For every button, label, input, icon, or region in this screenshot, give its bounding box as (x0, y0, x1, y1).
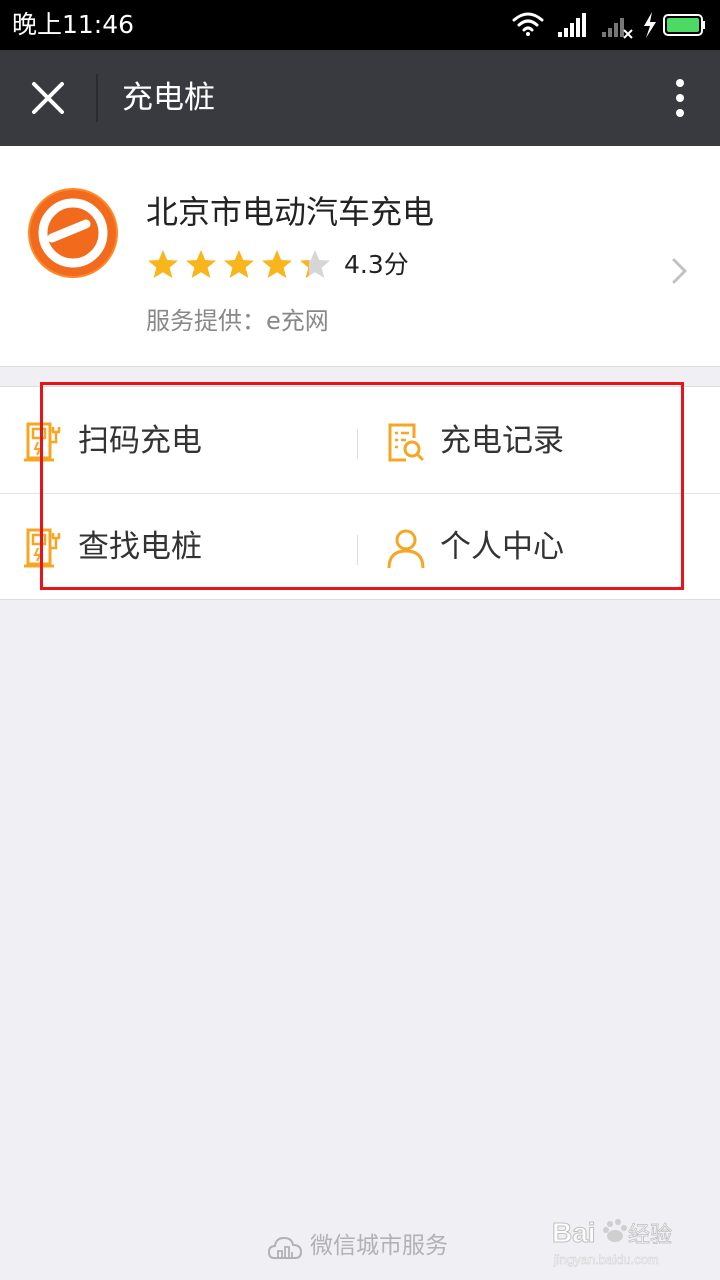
page-title: 充电桩 (122, 80, 215, 116)
top-navbar: 充电桩 (0, 50, 720, 146)
service-menu: 扫码充电 充电记录 查找电桩 个人中心 (0, 386, 720, 600)
status-time: 晚上11:46 (12, 10, 135, 39)
star-icon (262, 250, 292, 278)
close-icon[interactable] (26, 76, 70, 120)
provider-name: 北京市电动汽车充电 (146, 193, 435, 231)
page: 晚上11:46 充电桩 北京市电动汽车充电 4.3分 服务提供：e充网 扫码充电… (0, 0, 720, 1280)
provider-card[interactable]: 北京市电动汽车充电 4.3分 服务提供：e充网 (0, 146, 720, 367)
star-icon (224, 250, 254, 278)
column-divider (357, 535, 358, 565)
signal-icon (558, 13, 586, 37)
rating-score: 4.3分 (344, 250, 409, 279)
star-icon (148, 250, 178, 278)
status-icons (512, 12, 705, 39)
menu-item-scan-charge[interactable]: 扫码充电 (22, 387, 362, 493)
menu-item-personal-center[interactable]: 个人中心 (384, 493, 720, 599)
svg-text:Bai: Bai (552, 1217, 596, 1248)
menu-row: 扫码充电 充电记录 (0, 387, 720, 494)
baidu-jingyan-watermark: Bai 经验 jingyan.baidu.com (552, 1217, 672, 1268)
record-search-icon (388, 423, 424, 462)
more-options-icon[interactable] (672, 76, 688, 120)
battery-icon (663, 14, 705, 36)
signal-off-icon (602, 18, 624, 37)
menu-item-label: 查找电桩 (78, 529, 202, 565)
city-service-icon (268, 1236, 302, 1259)
menu-item-charge-records[interactable]: 充电记录 (384, 387, 720, 493)
navbar-divider (96, 74, 98, 122)
menu-item-label: 个人中心 (440, 529, 564, 565)
menu-row: 查找电桩 个人中心 (0, 493, 720, 599)
svg-text:jingyan.baidu.com: jingyan.baidu.com (553, 1252, 659, 1267)
person-icon (387, 529, 425, 569)
menu-item-find-charger[interactable]: 查找电桩 (22, 493, 362, 599)
status-bar: 晚上11:46 (0, 0, 720, 50)
star-icon (186, 250, 216, 278)
menu-item-label: 充电记录 (440, 423, 564, 459)
rating-stars (148, 250, 330, 278)
provided-by-text: 服务提供：e充网 (146, 307, 329, 335)
charging-icon (644, 12, 656, 38)
footer-text: 微信城市服务 (310, 1233, 448, 1259)
menu-item-label: 扫码充电 (78, 423, 202, 459)
echong-logo-icon (28, 188, 118, 278)
wifi-icon (512, 12, 544, 36)
chevron-right-icon (672, 258, 687, 284)
charger-icon (24, 422, 61, 462)
svg-text:经验: 经验 (628, 1223, 672, 1248)
column-divider (357, 429, 358, 459)
charger-icon (24, 528, 61, 568)
